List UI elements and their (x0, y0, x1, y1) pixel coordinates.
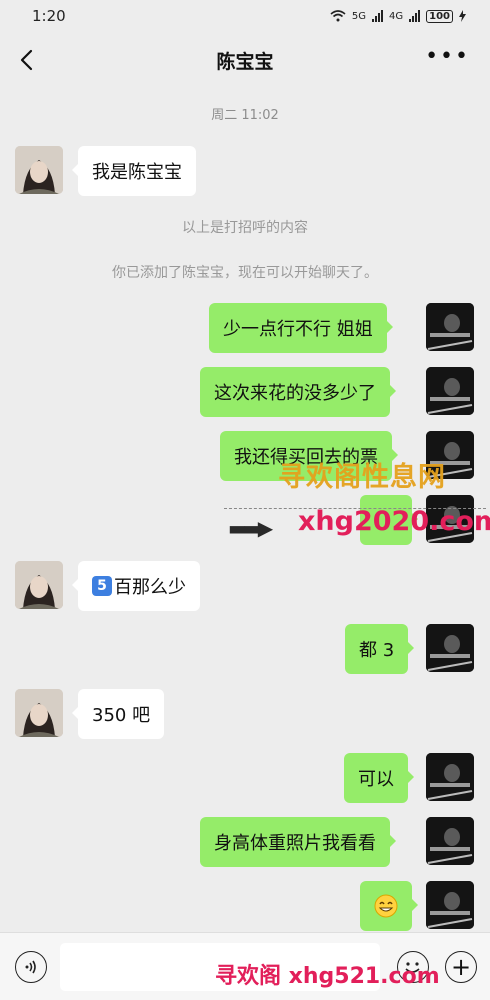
message-text: 我是陈宝宝 (92, 162, 182, 183)
more-options-icon[interactable]: ••• (425, 46, 470, 68)
user-avatar[interactable] (426, 303, 474, 351)
grin-emoji-icon (374, 894, 398, 918)
message-timestamp: 周二 11:02 (211, 108, 279, 123)
charging-icon (459, 10, 466, 22)
message-text: 这次来花的没多少了 (214, 383, 376, 404)
contact-avatar[interactable] (15, 689, 63, 737)
status-icons: 5G 4G 100 (330, 9, 466, 23)
message-bubble-sent[interactable] (360, 881, 418, 931)
message-bubble-sent[interactable]: 身高体重照片我看看 (200, 817, 396, 867)
watermark-text: 寻欢阁性息网 (278, 462, 446, 493)
message-text: 少一点行不行 姐姐 (223, 319, 373, 340)
network-5g-label: 5G (351, 10, 366, 22)
system-message: 以上是打招呼的内容 (182, 220, 308, 236)
message-bubble-sent[interactable]: 这次来花的没多少了 (200, 367, 396, 417)
status-bar: 1:20 5G 4G 100 (0, 0, 490, 32)
back-arrow-icon[interactable] (14, 46, 42, 74)
message-bubble-sent[interactable]: 少一点行不行 姐姐 (209, 303, 393, 353)
user-avatar[interactable] (426, 753, 474, 801)
message-text: 百那么少 (114, 577, 186, 598)
network-4g-label: 4G (389, 10, 404, 22)
message-bubble-received[interactable]: 350 吧 (71, 689, 165, 739)
watermark-url: xhg2020.com (298, 506, 490, 537)
more-functions-button[interactable]: + (445, 951, 477, 983)
number-five-emoji: 5 (92, 576, 112, 596)
message-bubble-sent[interactable]: 可以 (344, 753, 414, 803)
message-bubble-received[interactable]: 5 百那么少 (72, 561, 200, 611)
wifi-icon (330, 10, 346, 22)
battery-icon: 100 (426, 9, 453, 23)
user-avatar[interactable] (426, 367, 474, 415)
chat-header: 陈宝宝 ••• (0, 32, 490, 88)
contact-avatar[interactable] (15, 561, 63, 609)
message-bubble-received[interactable]: 我是陈宝宝 (72, 146, 196, 196)
user-avatar[interactable] (426, 624, 474, 672)
watermark-arrow-icon: ▬▬▶ (228, 516, 273, 540)
message-text: 350 吧 (92, 705, 151, 726)
message-text: 可以 (358, 769, 394, 790)
system-message: 你已添加了陈宝宝，现在可以开始聊天了。 (112, 265, 378, 281)
signal-icon (409, 10, 421, 22)
message-text: 都 3 (359, 640, 395, 661)
user-avatar[interactable] (426, 817, 474, 865)
chat-title: 陈宝宝 (216, 50, 274, 73)
message-bubble-sent[interactable]: 都 3 (345, 624, 415, 674)
voice-input-button[interactable] (15, 951, 47, 983)
watermark-footer: 寻欢阁 xhg521.com (215, 964, 440, 989)
plus-icon: + (450, 953, 472, 981)
contact-avatar[interactable] (15, 146, 63, 194)
status-time: 1:20 (32, 7, 66, 25)
signal-icon (372, 10, 383, 22)
user-avatar[interactable] (426, 881, 474, 929)
voice-icon (25, 960, 36, 974)
message-text: 身高体重照片我看看 (214, 833, 376, 854)
